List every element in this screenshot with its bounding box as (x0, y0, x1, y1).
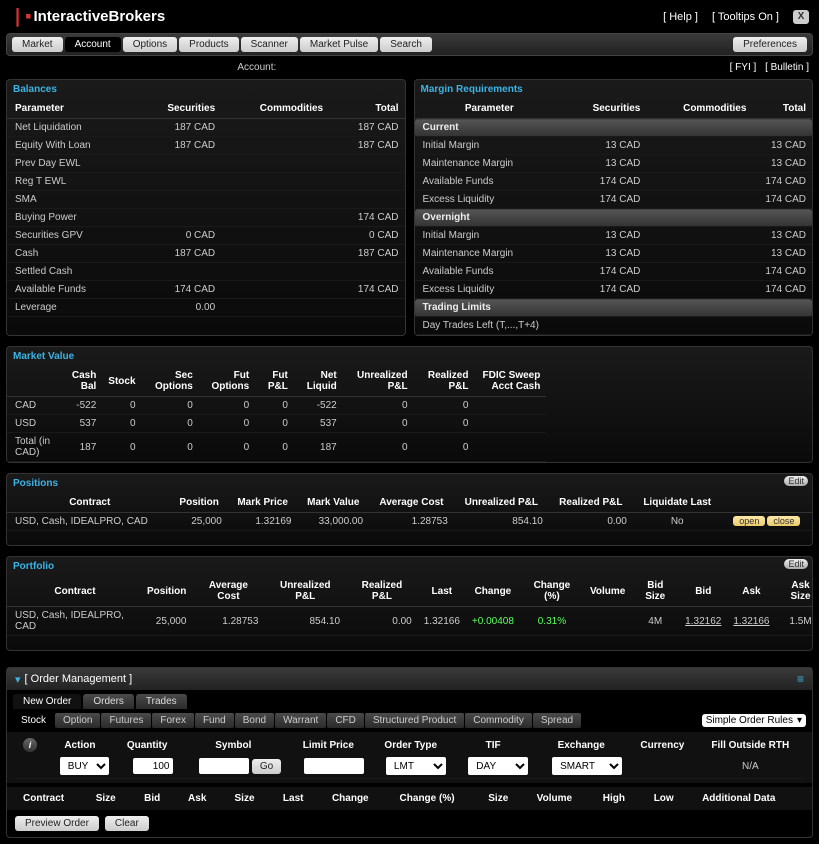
tab-options[interactable]: Options (123, 37, 177, 52)
fyi-link[interactable]: [ FYI ] (730, 62, 757, 73)
tif-select[interactable]: DAY (468, 757, 528, 775)
om-tab-new-order[interactable]: New Order (13, 694, 81, 709)
asset-futures[interactable]: Futures (101, 713, 151, 728)
logo: ❘▪ InteractiveBrokers (10, 6, 165, 27)
close-icon[interactable]: X (793, 10, 809, 24)
clear-button[interactable]: Clear (105, 816, 149, 831)
asset-fund[interactable]: Fund (195, 713, 234, 728)
om-tab-trades[interactable]: Trades (136, 694, 187, 709)
action-select[interactable]: BUY (60, 757, 109, 775)
om-tab-orders[interactable]: Orders (83, 694, 134, 709)
asset-commodity[interactable]: Commodity (465, 713, 532, 728)
help-link[interactable]: [ Help ] (663, 11, 698, 23)
account-label: Account: (237, 62, 276, 73)
asset-warrant[interactable]: Warrant (275, 713, 326, 728)
asset-structured-product[interactable]: Structured Product (365, 713, 464, 728)
brand-text: InteractiveBrokers (33, 8, 165, 25)
portfolio-edit-button[interactable]: Edit (784, 559, 808, 569)
close-button[interactable]: close (767, 516, 800, 526)
preferences-button[interactable]: Preferences (733, 37, 807, 52)
market-value-panel: Market Value Cash BalStockSec OptionsFut… (6, 346, 813, 463)
logo-mark: ❘▪ (10, 6, 31, 27)
go-button[interactable]: Go (252, 759, 281, 774)
preview-order-button[interactable]: Preview Order (15, 816, 99, 831)
balances-title: Balances (7, 80, 405, 99)
asset-stock[interactable]: Stock (13, 713, 54, 728)
portfolio-panel: Edit Portfolio ContractPositionAverage C… (6, 556, 813, 651)
order-type-select[interactable]: LMT (386, 757, 446, 775)
info-icon[interactable]: i (23, 738, 37, 752)
tab-search[interactable]: Search (380, 37, 432, 52)
exchange-select[interactable]: SMART (552, 757, 622, 775)
tab-account[interactable]: Account (65, 37, 121, 52)
order-management: ▾ [ Order Management ] ≡ New OrderOrders… (6, 667, 813, 838)
bulletin-link[interactable]: [ Bulletin ] (765, 62, 809, 73)
quantity-input[interactable] (133, 758, 173, 774)
tab-products[interactable]: Products (179, 37, 238, 52)
collapse-icon[interactable]: ≡ (797, 672, 804, 686)
open-button[interactable]: open (733, 516, 765, 526)
order-rules-select[interactable]: Simple Order Rules▾ (702, 714, 806, 727)
portfolio-title: Portfolio (7, 557, 812, 576)
positions-edit-button[interactable]: Edit (784, 476, 808, 486)
order-mgmt-title: [ Order Management ] (25, 673, 133, 685)
market-value-title: Market Value (7, 347, 812, 366)
asset-cfd[interactable]: CFD (327, 713, 364, 728)
asset-forex[interactable]: Forex (152, 713, 194, 728)
margin-title: Margin Requirements (415, 80, 813, 99)
tooltips-link[interactable]: [ Tooltips On ] (712, 11, 779, 23)
main-tabs: MarketAccountOptionsProductsScannerMarke… (6, 33, 813, 56)
tab-market-pulse[interactable]: Market Pulse (300, 37, 378, 52)
expand-icon[interactable]: ▾ (15, 673, 21, 686)
asset-bond[interactable]: Bond (235, 713, 274, 728)
positions-panel: Edit Positions ContractPositionMark Pric… (6, 473, 813, 546)
positions-title: Positions (7, 474, 812, 493)
asset-option[interactable]: Option (55, 713, 100, 728)
tab-market[interactable]: Market (12, 37, 63, 52)
symbol-input[interactable] (199, 758, 249, 774)
tab-scanner[interactable]: Scanner (241, 37, 298, 52)
asset-spread[interactable]: Spread (533, 713, 581, 728)
balances-panel: Balances ParameterSecuritiesCommoditiesT… (6, 79, 406, 336)
limit-input[interactable] (304, 758, 364, 774)
margin-panel: Margin Requirements ParameterSecuritiesC… (414, 79, 814, 336)
